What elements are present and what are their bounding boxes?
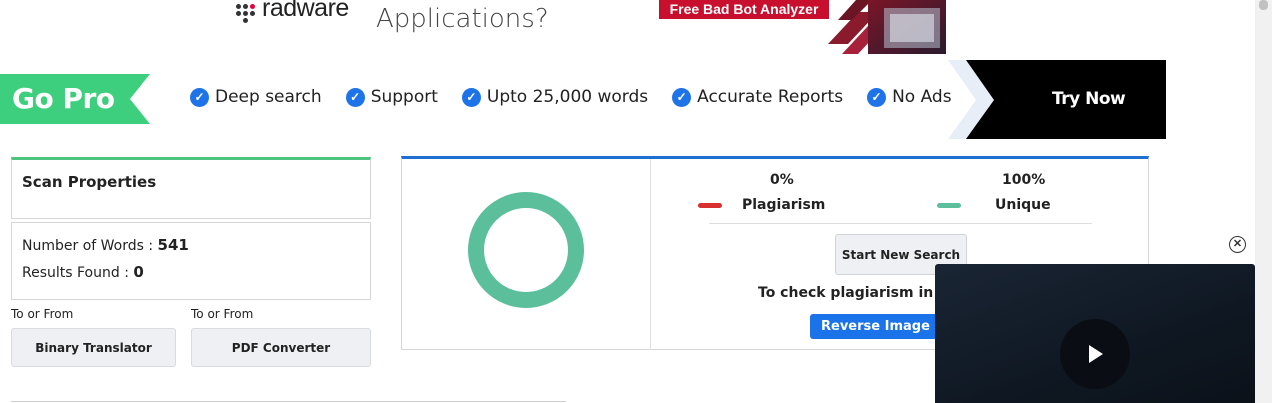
try-now-button[interactable]: Try Now — [948, 60, 1166, 139]
radware-logo[interactable]: radware — [234, 0, 354, 26]
scan-properties-title: Scan Properties — [22, 173, 157, 191]
go-pro-label-wrap: Go Pro — [0, 74, 150, 124]
close-circle-icon[interactable]: ✕ — [1229, 236, 1246, 253]
word-count-label: Number of Words : — [22, 238, 158, 254]
play-icon — [1089, 345, 1103, 363]
scrollbar-thumb[interactable] — [1259, 0, 1268, 10]
binary-translator-button[interactable]: Binary Translator — [11, 328, 176, 367]
word-count-value: 541 — [157, 236, 189, 254]
check-circle-icon: ✓ — [190, 87, 209, 107]
ad-brand: radware — [262, 0, 349, 22]
pdf-converter-button[interactable]: PDF Converter — [191, 328, 371, 367]
feature-label: Accurate Reports — [697, 87, 844, 107]
unique-percent: 100% — [1002, 172, 1046, 188]
feature-item: ✓ Accurate Reports — [672, 87, 843, 107]
check-circle-icon: ✓ — [461, 87, 481, 107]
unique-label: Unique — [995, 197, 1051, 213]
go-pro-label: Go Pro — [12, 82, 115, 115]
tool-caption: To or From — [191, 307, 254, 321]
check-circle-icon: ✓ — [867, 87, 887, 107]
tool-caption: To or From — [11, 307, 74, 321]
page-scrollbar[interactable] — [1255, 0, 1272, 403]
ad-cta-button[interactable]: Free Bad Bot Analyzer — [659, 0, 829, 19]
ad-headline[interactable]: Applications? — [376, 4, 549, 34]
feature-item: ✓ Support — [345, 87, 438, 107]
feature-item: ✓ Deep search — [190, 87, 322, 107]
video-player[interactable] — [935, 264, 1255, 403]
check-plagiarism-text: To check plagiarism in ph — [758, 285, 959, 301]
ad-artwork[interactable] — [828, 0, 946, 54]
results-found-label: Results Found : — [22, 265, 134, 281]
feature-item: ✓ No Ads — [867, 87, 952, 107]
result-separator — [709, 223, 1092, 224]
feature-item: ✓ Upto 25,000 words — [461, 87, 649, 107]
pro-features-list: ✓ Deep search ✓ Support ✓ Upto 25,000 wo… — [190, 87, 976, 107]
results-found-row: Results Found : 0 — [22, 263, 144, 281]
play-button[interactable] — [1060, 319, 1130, 389]
unique-ring-chart — [468, 192, 584, 308]
results-found-value: 0 — [133, 263, 144, 281]
unique-legend-swatch — [937, 203, 961, 208]
feature-label: Upto 25,000 words — [486, 87, 649, 107]
radware-logo-icon — [234, 2, 262, 23]
plagiarism-percent: 0% — [770, 172, 794, 188]
scan-stats-box: Number of Words : 541 Results Found : 0 — [11, 222, 371, 300]
plagiarism-label: Plagiarism — [742, 197, 826, 213]
scan-properties-header: Scan Properties — [11, 157, 371, 219]
plagiarism-legend-swatch — [698, 203, 722, 208]
divider — [11, 401, 566, 402]
try-now-label: Try Now — [1052, 89, 1126, 109]
result-divider — [650, 159, 651, 350]
feature-label: No Ads — [892, 87, 952, 107]
word-count-row: Number of Words : 541 — [22, 236, 189, 254]
feature-label: Deep search — [215, 87, 322, 107]
feature-label: Support — [370, 87, 438, 107]
check-circle-icon: ✓ — [345, 87, 365, 107]
check-circle-icon: ✓ — [672, 87, 692, 107]
